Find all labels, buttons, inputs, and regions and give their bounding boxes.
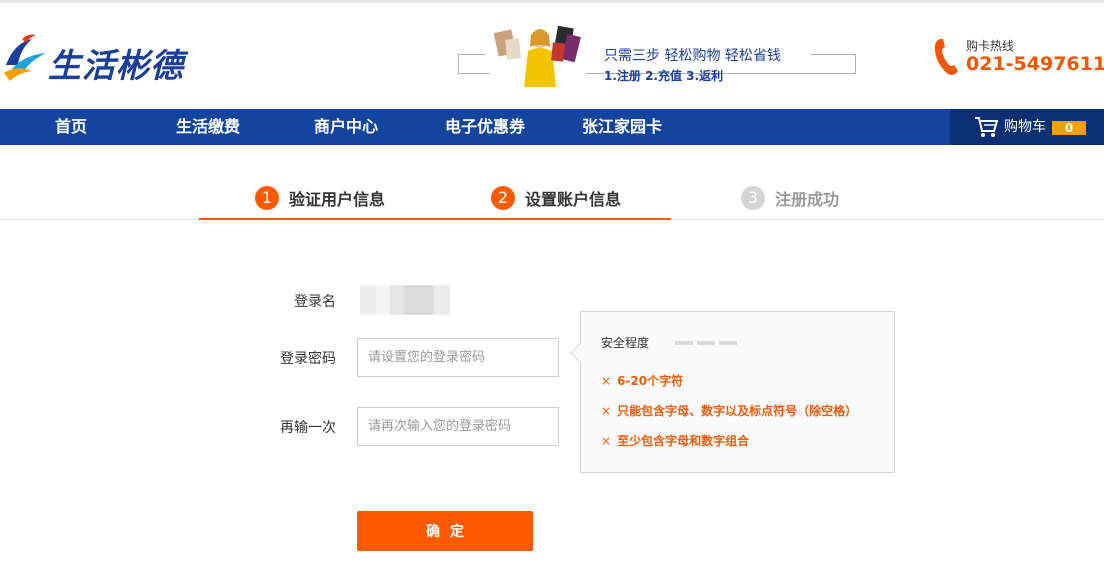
main-nav: 首页 生活缴费 商户中心 电子优惠券 张江家园卡 购物车 0 xyxy=(0,109,1104,145)
nav-item-merchant-center[interactable]: 商户中心 xyxy=(314,109,378,145)
step-number: 3 xyxy=(741,186,765,210)
step-progress-bar xyxy=(199,218,671,220)
promo-banner: 只需三步 轻松购物 轻松省钱 1.注册 2.充值 3.返利 xyxy=(458,17,858,103)
password-tips-panel: 安全程度 × 6-20个字符 × 只能包含字母、数字以及标点符号（除空格） × 至少包… xyxy=(570,311,895,473)
hotline-title: 购卡热线 xyxy=(966,39,1015,53)
rule-text: 至少包含字母和数字组合 xyxy=(617,434,750,448)
bird-logo-icon xyxy=(4,34,46,81)
registration-steps: 1 验证用户信息 2 设置账户信息 3 注册成功 xyxy=(0,184,1104,220)
username-value-masked xyxy=(360,285,450,315)
rule-combination: × 至少包含字母和数字组合 xyxy=(601,432,749,449)
cross-icon: × xyxy=(601,374,612,388)
cross-icon: × xyxy=(601,434,612,448)
cart-button[interactable]: 购物车 0 xyxy=(950,109,1104,145)
promo-steps: 1.注册 2.充值 3.返利 xyxy=(604,69,724,83)
password-input[interactable] xyxy=(357,338,559,377)
confirm-button[interactable]: 确定 xyxy=(357,511,533,551)
cross-icon: × xyxy=(601,404,612,418)
strength-bar-strong xyxy=(719,341,737,345)
nav-item-bill-payment[interactable]: 生活缴费 xyxy=(176,109,240,145)
rule-text: 只能包含字母、数字以及标点符号（除空格） xyxy=(617,404,858,418)
shopping-cart-icon xyxy=(975,117,998,137)
cart-label: 购物车 xyxy=(1004,119,1046,135)
step-success: 3 注册成功 xyxy=(741,186,839,214)
nav-item-zhangjiang-card[interactable]: 张江家园卡 xyxy=(582,109,662,145)
logo-text: 生活彬德 xyxy=(48,46,184,85)
confirm-password-label: 再输一次 xyxy=(280,420,336,436)
step-number: 2 xyxy=(491,186,515,210)
rule-text: 6-20个字符 xyxy=(617,374,684,388)
rule-characters: × 只能包含字母、数字以及标点符号（除空格） xyxy=(601,402,857,419)
nav-item-e-coupons[interactable]: 电子优惠券 xyxy=(445,109,525,145)
step-number: 1 xyxy=(255,186,279,210)
step-verify-user: 1 验证用户信息 xyxy=(255,186,385,214)
step-label: 验证用户信息 xyxy=(289,190,386,209)
strength-title: 安全程度 xyxy=(601,336,650,350)
rule-length: × 6-20个字符 xyxy=(601,372,683,389)
strength-bar-medium xyxy=(697,341,715,345)
promo-slogan: 只需三步 轻松购物 轻松省钱 xyxy=(604,45,787,65)
cart-count-badge: 0 xyxy=(1052,121,1086,135)
site-logo[interactable]: 生活彬德 xyxy=(2,31,192,87)
step-label: 设置账户信息 xyxy=(525,190,622,209)
phone-icon xyxy=(934,39,958,75)
strength-bar-weak xyxy=(675,341,693,345)
step-set-account: 2 设置账户信息 xyxy=(491,186,621,214)
password-label: 登录密码 xyxy=(280,351,336,367)
confirm-password-input[interactable] xyxy=(357,407,559,446)
site-header: 生活彬德 只需三步 轻松购物 轻松省钱 1.注册 2.充值 3.返利 购卡热线 … xyxy=(0,3,1104,109)
nav-item-home[interactable]: 首页 xyxy=(55,109,87,145)
step-label: 注册成功 xyxy=(775,190,840,209)
username-label: 登录名 xyxy=(294,294,336,310)
strength-meter xyxy=(675,341,737,345)
shopper-illustration-icon xyxy=(490,17,586,87)
tip-pointer xyxy=(570,343,590,363)
hotline-number: 021-54976116 xyxy=(966,53,1104,75)
hotline: 购卡热线 021-54976116 xyxy=(930,35,1104,83)
